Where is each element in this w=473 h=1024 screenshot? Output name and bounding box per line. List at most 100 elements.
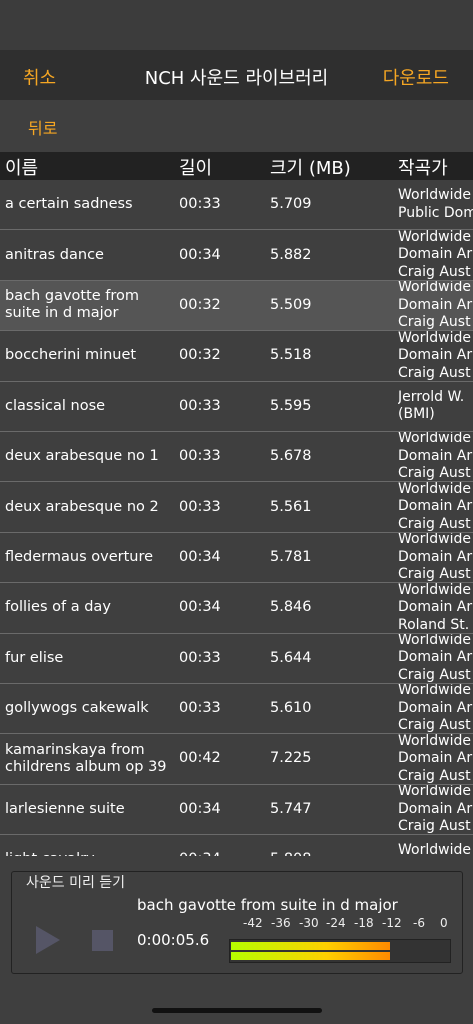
stop-icon[interactable] — [92, 930, 113, 951]
table-row[interactable]: larlesienne suite 00:34 5.747 Worldwide Dom… — [0, 784, 473, 836]
row-name: kamarinskaya from childrens album op 39 — [5, 741, 167, 775]
sound-table: 이름 길이 크기 (MB) 작곡가 a certain sadness 00:33… — [0, 152, 473, 856]
play-icon[interactable] — [36, 926, 60, 954]
row-name: classical nose — [5, 397, 106, 414]
row-composer: Worldwide Domain Ar Roland St. — [398, 583, 473, 633]
row-length: 00:34 — [179, 548, 221, 565]
back-button[interactable]: 뒤로 — [28, 115, 57, 139]
download-button[interactable]: 다운로드 — [383, 64, 449, 90]
row-length: 00:33 — [179, 196, 221, 213]
row-name: deux arabesque no 1 — [5, 448, 159, 465]
row-composer: Worldwide Domain Ar Craig Aust — [398, 230, 473, 280]
db-tick-label: -24 — [326, 916, 346, 930]
row-composer: Worldwide Domain Ar Craig Aust — [398, 280, 473, 331]
back-bar: 뒤로 — [0, 100, 473, 152]
home-indicator — [152, 1008, 322, 1013]
row-size: 5.846 — [270, 599, 312, 616]
table-row[interactable]: fur elise 00:33 5.644 Worldwide Domain Ar C… — [0, 633, 473, 684]
row-size: 5.644 — [270, 649, 312, 666]
table-row[interactable]: light cavalry 00:34 5.808 Worldwide Domain … — [0, 835, 473, 856]
level-meter-right-bar — [231, 952, 390, 960]
row-length: 00:42 — [179, 750, 221, 767]
row-composer: Worldwide Domain Ar Craig Aust — [398, 532, 473, 583]
table-row[interactable]: fledermaus overture 00:34 5.781 Worldwide D… — [0, 532, 473, 584]
nav-bar: 취소 NCH 사운드 라이브러리 다운로드 — [0, 50, 473, 100]
row-size: 5.882 — [270, 246, 312, 263]
row-composer: Worldwide Public Domain — [398, 187, 473, 221]
table-row[interactable]: deux arabesque no 2 00:33 5.561 Worldwide D… — [0, 482, 473, 533]
row-composer: Worldwide Domain Ar Craig Aust — [398, 331, 473, 381]
row-length: 00:34 — [179, 246, 221, 263]
table-row[interactable]: kamarinskaya from childrens album op 39 0… — [0, 734, 473, 785]
row-composer: Worldwide Domain Ar — [398, 842, 471, 856]
row-size: 5.518 — [270, 347, 312, 364]
row-composer: Worldwide Domain Ar Craig Aust — [398, 784, 473, 835]
column-header-length[interactable]: 길이 — [179, 154, 212, 180]
row-length: 00:33 — [179, 700, 221, 717]
row-size: 5.747 — [270, 800, 312, 817]
row-length: 00:34 — [179, 835, 221, 856]
row-size: 5.709 — [270, 196, 312, 213]
level-meter — [229, 939, 451, 963]
column-header-name[interactable]: 이름 — [5, 154, 38, 180]
row-name: bach gavotte from suite in d major — [5, 288, 140, 322]
row-composer: Worldwide Domain Ar Craig Aust — [398, 633, 473, 683]
column-header-size[interactable]: 크기 (MB) — [270, 154, 351, 180]
row-name: deux arabesque no 2 — [5, 498, 159, 515]
db-tick-label: -6 — [413, 916, 425, 930]
preview-panel: 사운드 미리 듣기 bach gavotte from suite in d m… — [0, 856, 473, 1024]
table-row[interactable]: anitras dance 00:34 5.882 Worldwide Domain … — [0, 230, 473, 281]
row-length: 00:33 — [179, 649, 221, 666]
row-name: a certain sadness — [5, 196, 133, 213]
row-size: 5.610 — [270, 700, 312, 717]
row-size: 5.595 — [270, 397, 312, 414]
row-length: 00:32 — [179, 296, 221, 313]
row-length: 00:33 — [179, 498, 221, 515]
preview-label: 사운드 미리 듣기 — [24, 872, 128, 892]
row-length: 00:33 — [179, 448, 221, 465]
table-row[interactable]: gollywogs cakewalk 00:33 5.610 Worldwide Do… — [0, 683, 473, 735]
level-meter-scale: -42 -36 -30 -24 -18 -12 -6 0 — [243, 916, 455, 930]
row-size: 5.509 — [270, 296, 312, 313]
playback-time: 0:00:05.6 — [137, 931, 210, 949]
table-row[interactable]: classical nose 00:33 5.595 Jerrold W. (BMI) — [0, 381, 473, 432]
row-name: boccherini minuet — [5, 347, 137, 364]
table-row[interactable]: deux arabesque no 1 00:33 5.678 Worldwide D… — [0, 431, 473, 483]
row-length: 00:34 — [179, 599, 221, 616]
row-name: light cavalry — [5, 835, 170, 856]
table-header: 이름 길이 크기 (MB) 작곡가 — [0, 152, 473, 180]
db-tick-label: -18 — [354, 916, 374, 930]
row-name: gollywogs cakewalk — [5, 700, 149, 717]
row-size: 5.561 — [270, 498, 312, 515]
db-tick-label: 0 — [440, 916, 448, 930]
row-size: 5.678 — [270, 448, 312, 465]
row-composer: Worldwide Domain Ar Craig Aust — [398, 431, 473, 482]
row-name: larlesienne suite — [5, 800, 125, 817]
row-composer: Worldwide Domain Ar Craig Aust — [398, 482, 473, 532]
row-name: follies of a day — [5, 599, 111, 616]
row-composer: Jerrold W. (BMI) — [398, 388, 465, 423]
preview-track-title: bach gavotte from suite in d major — [137, 896, 398, 914]
column-header-composer[interactable]: 작곡가 — [398, 154, 448, 180]
row-size: 5.781 — [270, 548, 312, 565]
row-length: 00:34 — [179, 800, 221, 817]
row-size: 7.225 — [270, 750, 312, 767]
row-length: 00:32 — [179, 347, 221, 364]
level-meter-left-bar — [231, 942, 390, 950]
row-length: 00:33 — [179, 397, 221, 414]
db-tick-label: -42 — [243, 916, 263, 930]
db-tick-label: -30 — [299, 916, 319, 930]
table-body: a certain sadness 00:33 5.709 Worldwide Pub… — [0, 180, 473, 856]
row-name: anitras dance — [5, 246, 104, 263]
row-composer: Worldwide Domain Ar Craig Aust — [398, 734, 473, 784]
db-tick-label: -36 — [271, 916, 291, 930]
table-row[interactable]: boccherini minuet 00:32 5.518 Worldwide Dom… — [0, 331, 473, 382]
row-composer: Worldwide Domain Ar Craig Aust — [398, 683, 473, 734]
table-row[interactable]: bach gavotte from suite in d major 00:32 5… — [0, 280, 473, 332]
row-size: 5.808 — [270, 835, 312, 856]
db-tick-label: -12 — [382, 916, 402, 930]
row-name: fur elise — [5, 649, 64, 666]
table-row[interactable]: follies of a day 00:34 5.846 Worldwide Doma… — [0, 583, 473, 634]
table-row[interactable]: a certain sadness 00:33 5.709 Worldwide Pub… — [0, 180, 473, 231]
row-name: fledermaus overture — [5, 548, 154, 565]
